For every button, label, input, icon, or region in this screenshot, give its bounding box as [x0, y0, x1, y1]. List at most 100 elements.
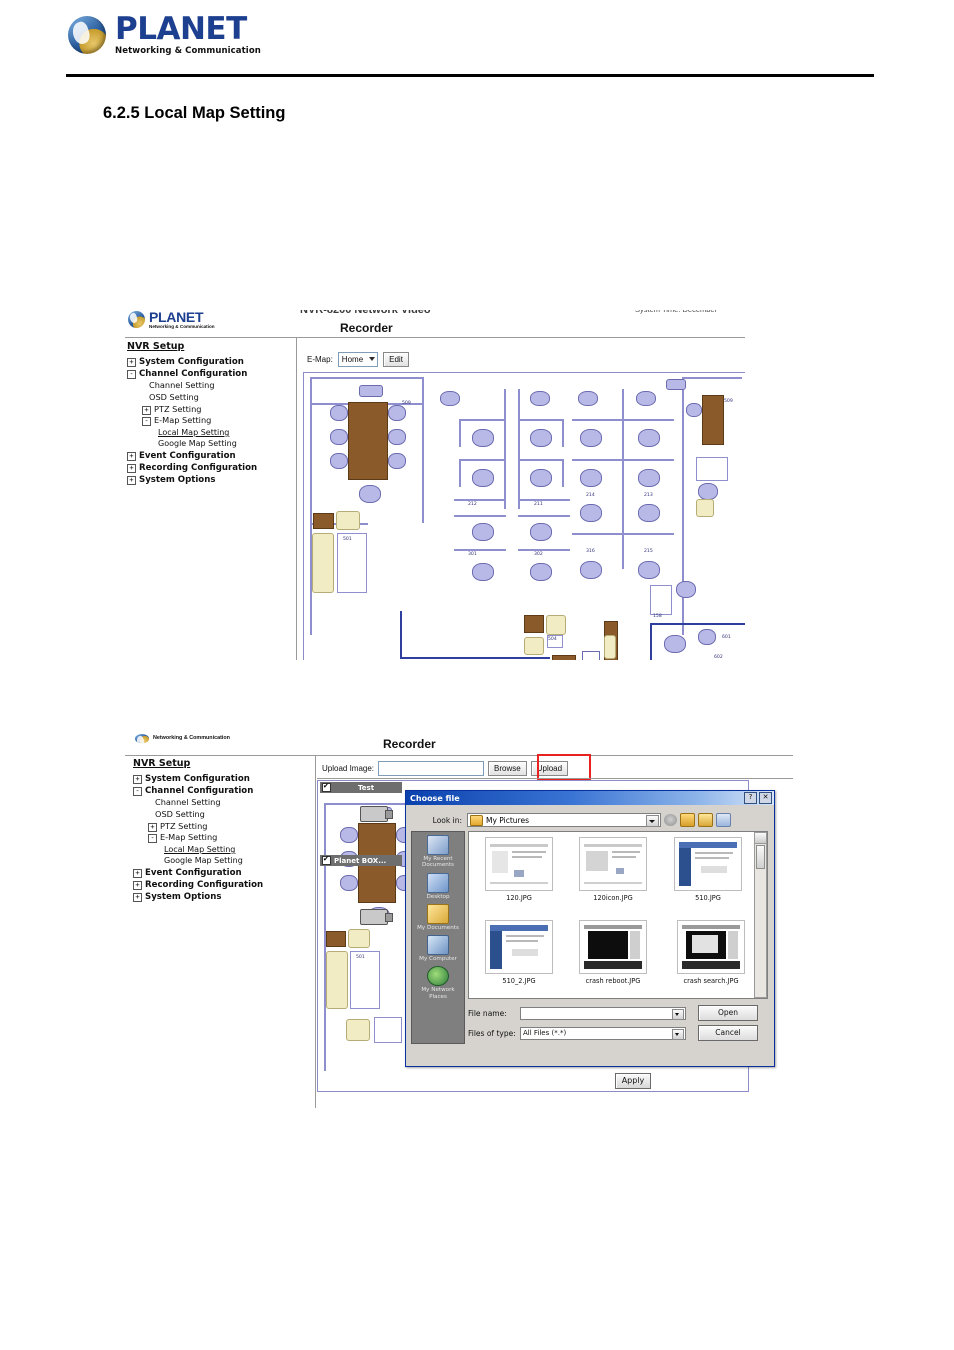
collapse-minus-icon[interactable]: - — [133, 787, 142, 797]
sidebar-item-emap-setting[interactable]: - E-Map Setting — [127, 415, 292, 427]
apply-button[interactable]: Apply — [615, 1073, 651, 1089]
sidebar-item-channel-setting[interactable]: Channel Setting — [127, 380, 292, 392]
expand-plus-icon[interactable]: + — [133, 880, 142, 890]
chair — [330, 405, 348, 421]
chair — [340, 827, 358, 843]
sidebar-item-ptz-setting[interactable]: + PTZ Setting — [133, 821, 308, 833]
device-title-line2: Recorder — [383, 737, 436, 751]
chair — [578, 391, 598, 406]
page-title: 6.2.5 Local Map Setting — [103, 104, 286, 122]
new-folder-icon[interactable] — [698, 813, 713, 827]
expand-plus-icon[interactable]: + — [133, 893, 142, 903]
file-item[interactable]: crash reboot.JPG — [567, 920, 659, 985]
file-item[interactable]: 120icon.JPG — [567, 837, 659, 902]
sidebar-item-recording-configuration[interactable]: + Recording Configuration — [133, 879, 308, 891]
sidebar-item-channel-setting[interactable]: Channel Setting — [133, 797, 308, 809]
sidebar-item-system-options[interactable]: + System Options — [133, 891, 308, 903]
scrollbar-thumb[interactable] — [756, 845, 765, 869]
sidebar-item-channel-configuration[interactable]: - Channel Configuration — [127, 368, 292, 380]
chevron-down-icon[interactable] — [672, 1028, 684, 1040]
upload-image-input[interactable] — [378, 761, 485, 776]
cubicle-wall — [562, 459, 564, 487]
look-in-value: My Pictures — [486, 815, 529, 825]
cubicle-wall — [459, 459, 461, 487]
chair — [638, 561, 660, 579]
sidebar-item-event-configuration[interactable]: + Event Configuration — [133, 867, 308, 879]
camera-checkbox[interactable] — [322, 782, 331, 792]
place-my-network-places[interactable]: My Network Places — [412, 966, 464, 1000]
camera-icon[interactable] — [360, 909, 393, 925]
nvr-setup-tree: NVR Setup + System Configuration - Chann… — [127, 341, 292, 486]
chevron-down-icon[interactable] — [646, 815, 659, 827]
sidebar-item-osd-setting[interactable]: OSD Setting — [127, 392, 292, 404]
header-divider — [66, 74, 874, 77]
emap-canvas[interactable]: 509 501 212 211 301 302 214 213 316 215 … — [303, 372, 745, 660]
sidebar-item-emap-setting[interactable]: - E-Map Setting — [133, 832, 308, 844]
wall — [400, 611, 402, 659]
views-icon[interactable] — [716, 813, 731, 827]
expand-plus-icon[interactable]: + — [133, 868, 142, 878]
chair — [580, 504, 602, 522]
sidebar-item-local-map-setting[interactable]: Local Map Setting — [133, 844, 308, 855]
expand-plus-icon[interactable]: + — [127, 358, 136, 367]
cubicle-wall — [459, 419, 505, 421]
collapse-minus-icon[interactable]: - — [142, 417, 151, 427]
file-list-pane[interactable]: 120.JPG 120icon.JPG 510.JPG 510_2.JPG cr… — [468, 831, 768, 999]
room-number: 214 — [586, 493, 595, 498]
wall — [422, 403, 424, 523]
sidebar-item-system-configuration[interactable]: + System Configuration — [127, 356, 292, 368]
file-item[interactable]: 510_2.JPG — [477, 920, 561, 985]
place-my-documents[interactable]: My Documents — [412, 903, 464, 931]
place-my-computer[interactable]: My Computer — [412, 935, 464, 962]
scroll-up-button[interactable] — [755, 833, 766, 844]
open-button[interactable]: Open — [698, 1005, 758, 1021]
camera-tag-planet-box[interactable]: Planet BOX... — [320, 855, 402, 866]
file-list-scrollbar[interactable] — [754, 832, 767, 998]
desk — [313, 513, 334, 529]
files-of-type-select[interactable]: All Files (*.*) — [520, 1026, 686, 1040]
sidebar-item-google-map-setting[interactable]: Google Map Setting — [133, 855, 308, 866]
emap-select[interactable]: Home — [337, 352, 379, 367]
camera-tag-test[interactable]: Test — [320, 782, 402, 793]
expand-plus-icon[interactable]: + — [133, 775, 142, 784]
edit-button[interactable]: Edit — [383, 352, 409, 367]
cancel-button[interactable]: Cancel — [698, 1025, 758, 1041]
sidebar-item-event-configuration[interactable]: + Event Configuration — [127, 450, 292, 462]
sidebar-item-system-configuration[interactable]: + System Configuration — [133, 773, 308, 785]
look-in-select[interactable]: My Pictures — [467, 813, 661, 827]
browse-button[interactable]: Browse — [488, 761, 527, 776]
collapse-minus-icon[interactable]: - — [127, 370, 136, 380]
help-button[interactable]: ? — [744, 792, 757, 804]
expand-plus-icon[interactable]: + — [127, 463, 136, 473]
sidebar-item-label: Channel Setting — [149, 380, 215, 391]
sidebar-item-google-map-setting[interactable]: Google Map Setting — [127, 438, 292, 449]
close-icon[interactable]: ✕ — [759, 792, 772, 804]
file-item[interactable]: crash search.JPG — [665, 920, 757, 985]
expand-plus-icon[interactable]: + — [127, 476, 136, 486]
collapse-minus-icon[interactable]: - — [148, 834, 157, 844]
desktop-icon — [427, 872, 449, 893]
camera-checkbox[interactable] — [322, 855, 331, 865]
file-item[interactable]: 120.JPG — [477, 837, 561, 902]
expand-plus-icon[interactable]: + — [148, 822, 157, 832]
sidebar-item-osd-setting[interactable]: OSD Setting — [133, 809, 308, 821]
sidebar-item-recording-configuration[interactable]: + Recording Configuration — [127, 462, 292, 474]
file-name-input[interactable] — [520, 1006, 686, 1020]
sidebar-item-channel-configuration[interactable]: - Channel Configuration — [133, 785, 308, 797]
sidebar-item-local-map-setting[interactable]: Local Map Setting — [127, 427, 292, 438]
choose-file-dialog: Choose file ? ✕ Look in: My Pictures My — [405, 790, 775, 1067]
camera-icon[interactable] — [360, 806, 393, 822]
sidebar-item-label: Google Map Setting — [164, 856, 243, 866]
chevron-down-icon[interactable] — [672, 1008, 684, 1020]
expand-plus-icon[interactable]: + — [127, 451, 136, 461]
place-desktop[interactable]: Desktop — [412, 872, 464, 900]
sidebar-item-ptz-setting[interactable]: + PTZ Setting — [127, 404, 292, 416]
back-icon[interactable] — [664, 814, 677, 826]
file-item[interactable]: 510.JPG — [665, 837, 751, 902]
up-one-level-icon[interactable] — [680, 813, 695, 827]
expand-plus-icon[interactable]: + — [142, 405, 151, 415]
sidebar-item-system-options[interactable]: + System Options — [127, 474, 292, 486]
place-my-recent-documents[interactable]: My Recent Documents — [412, 835, 464, 869]
room-number: 316 — [586, 549, 595, 554]
sidebar-item-label: Event Configuration — [139, 450, 236, 461]
